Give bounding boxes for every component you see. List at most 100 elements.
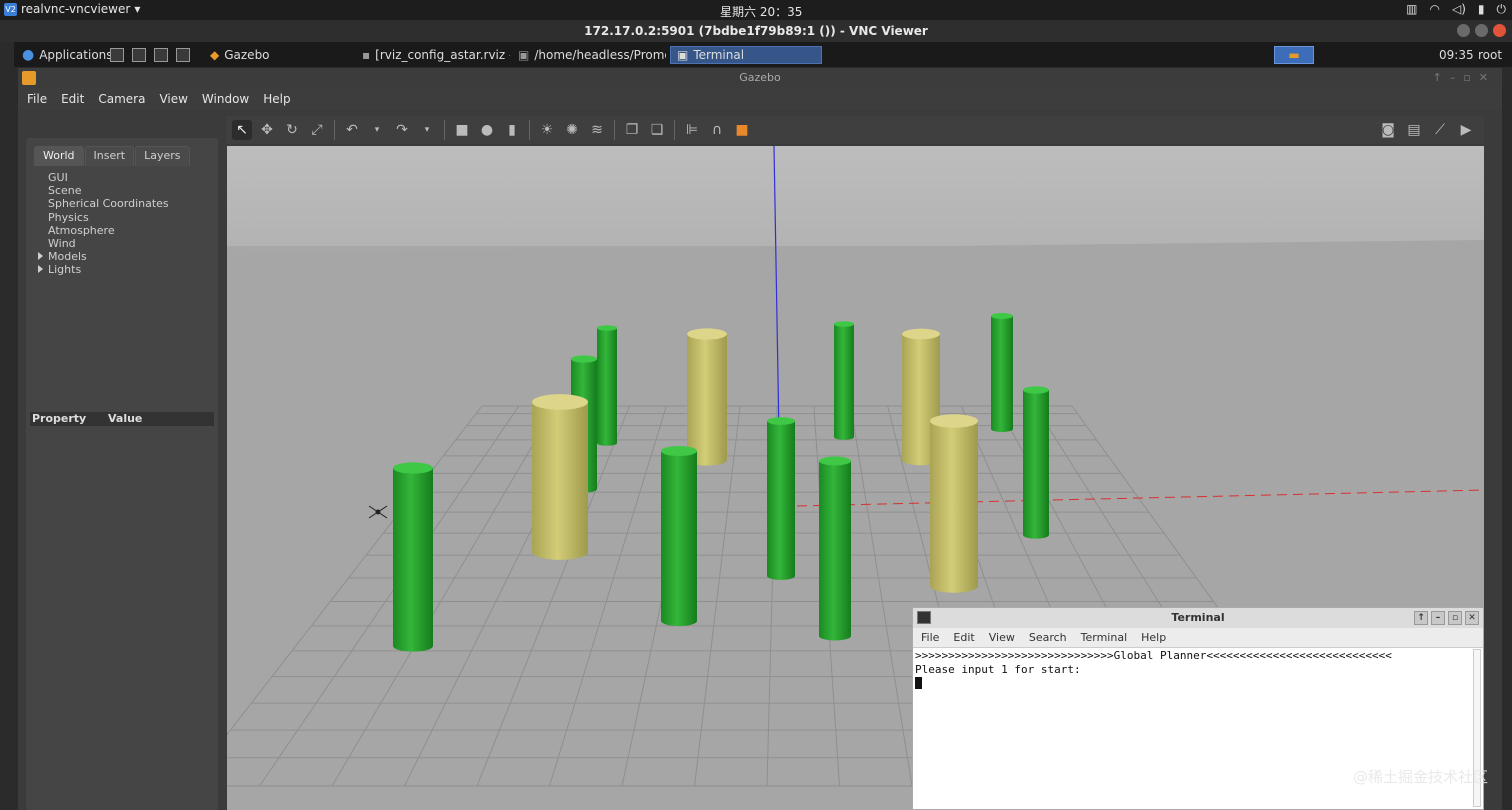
- watermark-text: @稀土掘金技术社区: [1352, 768, 1488, 786]
- menu-camera[interactable]: Camera: [98, 88, 145, 110]
- rotate-mode-icon[interactable]: ↻: [282, 120, 302, 140]
- tree-item-lights[interactable]: Lights: [38, 263, 169, 276]
- green-cylinder[interactable]: [393, 462, 433, 652]
- terminal-launcher-icon[interactable]: [110, 48, 124, 62]
- battery-icon[interactable]: ▮: [1478, 2, 1485, 17]
- applications-menu[interactable]: ● Applications: [22, 46, 113, 64]
- redo-dropdown-icon[interactable]: ▾: [417, 120, 437, 140]
- terminal-close-button[interactable]: ✕: [1465, 611, 1479, 625]
- tab-insert[interactable]: Insert: [84, 146, 135, 166]
- yellow-cylinder[interactable]: [930, 414, 978, 593]
- tree-label: Models: [48, 250, 87, 264]
- yellow-cylinder[interactable]: [532, 394, 588, 560]
- minimize-button[interactable]: [1457, 24, 1470, 37]
- align-icon[interactable]: ⊫: [682, 120, 702, 140]
- gazebo-toolbar: ↖ ✥ ↻ ⤢ ↶ ▾ ↷ ▾ ■ ● ▮ ☀ ✺ ≋ ❐ ❏ ⊫ ∩ ■ ◙ …: [226, 116, 1484, 144]
- tree-item-wind[interactable]: Wind: [48, 237, 169, 250]
- gazebo-task-icon: ◆: [210, 48, 220, 62]
- sphere-shape-icon[interactable]: ●: [477, 120, 497, 140]
- translate-mode-icon[interactable]: ✥: [257, 120, 277, 140]
- gazebo-logo-icon: [22, 71, 36, 85]
- terminal-menu-terminal[interactable]: Terminal: [1081, 628, 1128, 647]
- green-cylinder[interactable]: [767, 417, 795, 580]
- app-menu[interactable]: V2 realvnc-vncviewer ▾: [4, 2, 140, 16]
- desktop-panel: ● Applications ◆ Gazebo ▪ [rviz_config_a…: [14, 42, 1512, 67]
- text-cursor: [915, 677, 922, 689]
- terminal-menu-edit[interactable]: Edit: [953, 628, 974, 647]
- keyboard-icon[interactable]: ▥: [1406, 2, 1417, 17]
- point-light-icon[interactable]: ☀: [537, 120, 557, 140]
- terminal-output[interactable]: >>>>>>>>>>>>>>>>>>>>>>>>>>>>>>Global Pla…: [913, 648, 1483, 691]
- monitor-icon[interactable]: [154, 48, 168, 62]
- menu-help[interactable]: Help: [263, 88, 290, 110]
- terminal-menu-bar: File Edit View Search Terminal Help: [913, 628, 1483, 648]
- green-cylinder[interactable]: [819, 456, 851, 641]
- terminal-title-bar[interactable]: Terminal ↑ – ▫ ✕: [913, 608, 1483, 628]
- terminal-keep-above-button[interactable]: ↑: [1414, 611, 1428, 625]
- log-icon[interactable]: ▤: [1404, 120, 1424, 140]
- task-file-window[interactable]: ▣ /home/headless/Promet...: [518, 46, 666, 64]
- tree-item-atmosphere[interactable]: Atmosphere: [48, 224, 169, 237]
- menu-file[interactable]: File: [27, 88, 47, 110]
- green-cylinder[interactable]: [834, 321, 854, 440]
- expand-arrow-icon[interactable]: [38, 265, 43, 274]
- volume-icon[interactable]: ◁): [1452, 2, 1466, 17]
- spot-light-icon[interactable]: ✺: [562, 120, 582, 140]
- terminal-maximize-button[interactable]: ▫: [1448, 611, 1462, 625]
- box-shape-icon[interactable]: ■: [452, 120, 472, 140]
- panel-user[interactable]: root: [1478, 46, 1502, 64]
- copy-icon[interactable]: ❐: [622, 120, 642, 140]
- tree-item-models[interactable]: Models: [38, 250, 169, 264]
- world-tree: GUI Scene Spherical Coordinates Physics …: [38, 171, 169, 277]
- plot-icon[interactable]: ⟋: [1430, 120, 1450, 140]
- maximize-button[interactable]: [1475, 24, 1488, 37]
- editor-icon[interactable]: [176, 48, 190, 62]
- task-terminal[interactable]: ▣ Terminal: [670, 46, 822, 64]
- menu-view[interactable]: View: [159, 88, 187, 110]
- terminal-minimize-button[interactable]: –: [1431, 611, 1445, 625]
- select-mode-icon[interactable]: ↖: [232, 120, 252, 140]
- green-cylinder[interactable]: [1023, 386, 1049, 539]
- tree-item-spherical-coordinates[interactable]: Spherical Coordinates: [48, 197, 169, 210]
- scale-mode-icon[interactable]: ⤢: [307, 120, 327, 140]
- close-button[interactable]: [1493, 24, 1506, 37]
- tab-world[interactable]: World: [34, 146, 84, 166]
- terminal-menu-file[interactable]: File: [921, 628, 939, 647]
- terminal-menu-help[interactable]: Help: [1141, 628, 1166, 647]
- terminal-menu-search[interactable]: Search: [1029, 628, 1067, 647]
- power-icon[interactable]: ⏻: [1497, 2, 1507, 17]
- workspace-switcher[interactable]: ▬: [1274, 46, 1314, 64]
- toolbar-divider: [334, 120, 335, 140]
- task-gazebo[interactable]: ◆ Gazebo: [210, 46, 350, 64]
- tree-item-physics[interactable]: Physics: [48, 211, 169, 224]
- tree-item-scene[interactable]: Scene: [48, 184, 169, 197]
- terminal-menu-view[interactable]: View: [989, 628, 1015, 647]
- redo-icon[interactable]: ↷: [392, 120, 412, 140]
- paste-icon[interactable]: ❏: [647, 120, 667, 140]
- screenshot-icon[interactable]: ◙: [1378, 120, 1398, 140]
- directional-light-icon[interactable]: ≋: [587, 120, 607, 140]
- undo-icon[interactable]: ↶: [342, 120, 362, 140]
- cylinder-shape-icon[interactable]: ▮: [502, 120, 522, 140]
- tree-item-gui[interactable]: GUI: [48, 171, 169, 184]
- chevron-down-icon: ▾: [134, 2, 141, 16]
- task-label: /home/headless/Promet...: [534, 48, 666, 62]
- terminal-icon: [917, 611, 931, 624]
- task-rviz[interactable]: ▪ [rviz_config_astar.rviz - ...: [362, 46, 510, 64]
- system-clock[interactable]: 星期六 20：35: [720, 3, 802, 20]
- menu-edit[interactable]: Edit: [61, 88, 84, 110]
- green-cylinder[interactable]: [597, 325, 617, 446]
- undo-dropdown-icon[interactable]: ▾: [367, 120, 387, 140]
- video-record-icon[interactable]: ▶: [1456, 120, 1476, 140]
- file-manager-icon[interactable]: [132, 48, 146, 62]
- expand-arrow-icon[interactable]: [38, 252, 43, 261]
- terminal-prompt-line: [915, 676, 1481, 690]
- snap-icon[interactable]: ∩: [707, 120, 727, 140]
- green-cylinder[interactable]: [661, 445, 697, 627]
- change-view-icon[interactable]: ■: [732, 120, 752, 140]
- menu-window[interactable]: Window: [202, 88, 249, 110]
- yellow-cylinder[interactable]: [687, 328, 727, 466]
- green-cylinder[interactable]: [991, 312, 1013, 433]
- wifi-icon[interactable]: ◠: [1429, 2, 1439, 17]
- tab-layers[interactable]: Layers: [135, 146, 190, 166]
